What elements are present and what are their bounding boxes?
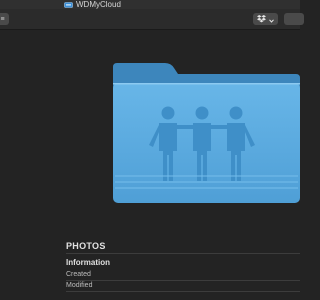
divider bbox=[66, 280, 300, 281]
window-title-group: WDMyCloud bbox=[64, 0, 121, 9]
sidebar-toggle-icon: ≡ bbox=[0, 15, 5, 23]
finder-toolbar: ≡ bbox=[0, 9, 304, 30]
dropbox-menu-button[interactable] bbox=[253, 13, 278, 25]
item-name: PHOTOS bbox=[66, 241, 106, 251]
toolbar-more-button[interactable] bbox=[284, 13, 304, 25]
window-titlebar: WDMyCloud bbox=[0, 0, 300, 9]
information-heading: Information bbox=[66, 258, 110, 267]
sidebar-toggle-button[interactable]: ≡ bbox=[0, 13, 9, 25]
dropbox-icon bbox=[257, 10, 266, 28]
divider bbox=[66, 253, 300, 254]
window-title: WDMyCloud bbox=[76, 0, 121, 9]
divider bbox=[66, 291, 300, 292]
chevron-down-icon bbox=[269, 10, 274, 28]
network-drive-icon bbox=[64, 1, 73, 8]
shared-folder-icon bbox=[113, 63, 300, 203]
info-created-label: Created bbox=[66, 271, 91, 278]
info-modified-label: Modified bbox=[66, 282, 93, 289]
